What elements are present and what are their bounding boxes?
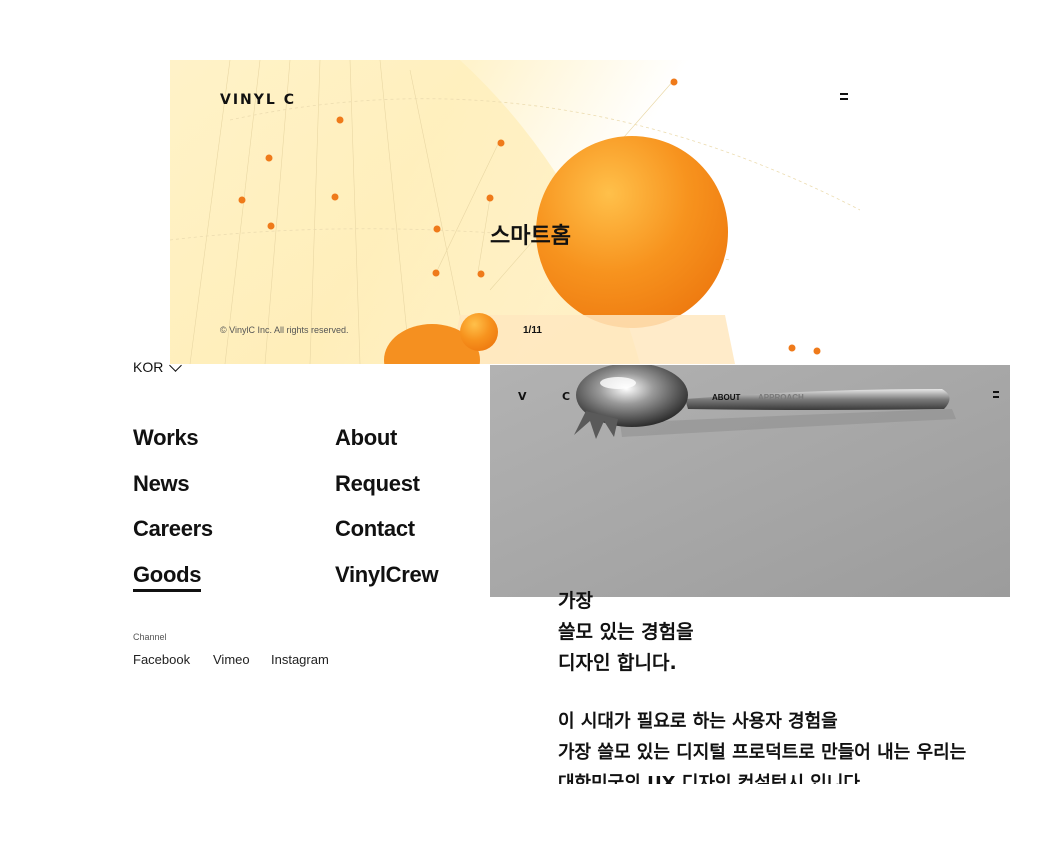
- nav-contact[interactable]: Contact: [335, 516, 415, 542]
- language-label: KOR: [133, 359, 164, 375]
- hamburger-menu-icon[interactable]: [840, 93, 848, 105]
- headline-line: 디자인 합니다.: [558, 652, 677, 674]
- headline-line: 가장: [558, 590, 593, 612]
- hero-panel: VINYL C 스마트홈 © VinylC Inc. All rights re…: [170, 60, 860, 364]
- copyright-text: © VinylC Inc. All rights reserved.: [220, 325, 349, 335]
- description-line: 대한민국의 UX 디자인 컨설턴시 입니다.: [558, 773, 867, 784]
- slide-pager: 1/11: [523, 325, 542, 336]
- nav-about[interactable]: About: [335, 425, 397, 451]
- channel-label: Channel: [133, 632, 167, 642]
- nav-news[interactable]: News: [133, 471, 190, 497]
- about-nav-about[interactable]: ABOUT: [712, 393, 740, 402]
- project-title[interactable]: 스마트홈: [490, 218, 571, 250]
- about-nav-approach[interactable]: APPROACH: [758, 393, 804, 402]
- about-description: 이 시대가 필요로 하는 사용자 경험을 가장 쓸모 있는 디지털 프로덕트로 …: [558, 706, 1018, 784]
- nav-works[interactable]: Works: [133, 425, 199, 451]
- nav-vinylcrew[interactable]: VinylCrew: [335, 562, 439, 588]
- nav-request[interactable]: Request: [335, 471, 420, 497]
- channel-facebook-link[interactable]: Facebook: [133, 652, 190, 667]
- about-logo-left[interactable]: V: [518, 390, 527, 403]
- channel-vimeo-link[interactable]: Vimeo: [213, 652, 250, 667]
- about-logo-right[interactable]: C: [562, 390, 570, 403]
- description-line: 가장 쓸모 있는 디지털 프로덕트로 만들어 내는 우리는: [558, 742, 967, 763]
- about-hero-image: V C ABOUT APPROACH: [490, 365, 1010, 597]
- nav-careers[interactable]: Careers: [133, 516, 213, 542]
- brand-logo[interactable]: VINYL C: [220, 92, 296, 108]
- chevron-down-icon: [169, 358, 183, 372]
- hamburger-menu-icon[interactable]: [993, 391, 999, 401]
- headline-line: 쓸모 있는 경험을: [558, 621, 694, 643]
- about-headline: 가장 쓸모 있는 경험을 디자인 합니다.: [558, 586, 694, 679]
- description-line: 이 시대가 필요로 하는 사용자 경험을: [558, 711, 838, 732]
- channel-instagram-link[interactable]: Instagram: [271, 652, 329, 667]
- nav-goods[interactable]: Goods: [133, 562, 201, 592]
- language-selector[interactable]: KOR: [133, 358, 183, 375]
